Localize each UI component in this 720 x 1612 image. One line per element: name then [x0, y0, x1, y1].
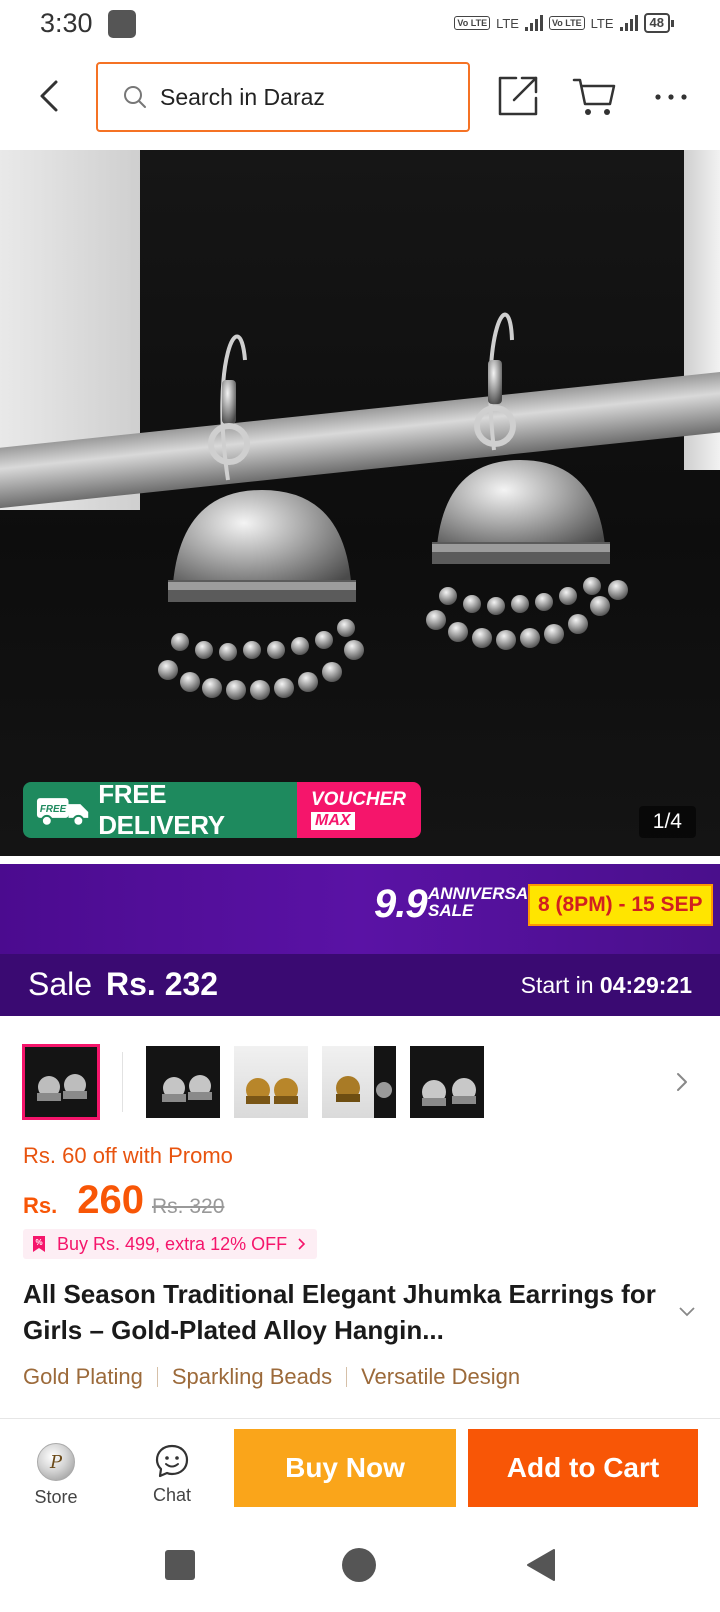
thumbnail-5[interactable]	[410, 1046, 484, 1118]
voucher-max-badge: VOUCHER MAX	[297, 782, 421, 838]
share-icon	[498, 76, 538, 116]
delivery-truck-icon: FREE	[36, 798, 89, 827]
voucher-icon: %	[33, 1236, 45, 1252]
chat-button[interactable]: Chat	[136, 1443, 208, 1506]
feature-tags: Gold Plating Sparkling Beads Versatile D…	[23, 1364, 520, 1390]
extra-discount-offer[interactable]: % Buy Rs. 499, extra 12% OFF	[23, 1229, 318, 1259]
store-logo-icon: P	[37, 1443, 75, 1481]
back-button[interactable]	[30, 76, 70, 116]
top-header: Search in Daraz	[0, 56, 720, 140]
share-button[interactable]	[496, 74, 540, 118]
sale-label: Sale	[28, 966, 93, 1002]
chevron-right-icon[interactable]	[674, 1072, 690, 1092]
more-button[interactable]	[650, 82, 694, 112]
status-bar: 3:30 Vo LTE LTE Vo LTE LTE 48	[0, 0, 720, 50]
network-type-2: LTE	[590, 15, 614, 31]
buy-now-button[interactable]: Buy Now	[234, 1429, 456, 1507]
system-nav-bar	[0, 1526, 720, 1612]
event-number: 9.9	[374, 882, 428, 926]
current-price: 260	[77, 1178, 144, 1222]
thumbnail-strip	[22, 1044, 702, 1120]
back-triangle-icon[interactable]	[524, 1548, 558, 1582]
free-delivery-label: FREE DELIVERY	[98, 779, 225, 840]
chevron-right-icon	[298, 1238, 306, 1250]
volte-icon: Vo LTE	[548, 16, 585, 30]
app-notification-icon	[108, 10, 136, 38]
thumbnail-3[interactable]	[234, 1046, 308, 1118]
tag-gold-plating: Gold Plating	[23, 1364, 143, 1389]
price-currency: Rs.	[23, 1193, 58, 1218]
battery-icon: 48	[643, 13, 675, 33]
volte-icon: Vo LTE	[454, 16, 491, 30]
signal-icon	[619, 15, 638, 31]
add-to-cart-button[interactable]: Add to Cart	[468, 1429, 698, 1507]
chat-icon	[155, 1444, 189, 1478]
image-counter: 1/4	[638, 806, 696, 838]
status-time: 3:30	[40, 8, 93, 38]
status-indicators: Vo LTE LTE Vo LTE LTE 48	[454, 13, 675, 33]
thumbnail-2[interactable]	[146, 1046, 220, 1118]
promo-text: Rs. 60 off with Promo	[23, 1143, 233, 1168]
anniversary-sale-banner[interactable]: 9.9 ANNIVERSARY SALE 8 (8PM) - 15 SEP	[0, 864, 720, 954]
signal-icon	[524, 15, 543, 31]
sale-countdown: Start in 04:29:21	[520, 972, 692, 998]
cart-button[interactable]	[572, 74, 618, 118]
thumbnail-4[interactable]	[322, 1046, 396, 1118]
voucher-label: VOUCHER	[311, 789, 407, 810]
chat-label: Chat	[152, 1485, 192, 1505]
earrings-photo	[158, 312, 628, 700]
more-icon	[655, 94, 687, 100]
extra-offer-text: Buy Rs. 499, extra 12% OFF	[57, 1233, 288, 1254]
tag-sparkling-beads: Sparkling Beads	[171, 1364, 333, 1389]
free-delivery-badge: FREE FREE DELIVERY	[23, 779, 297, 840]
chevron-left-icon	[40, 80, 58, 112]
bottom-action-bar: P Store Chat Buy Now Add to Cart	[0, 1418, 720, 1526]
search-placeholder: Search in Daraz	[160, 83, 325, 110]
product-image-gallery[interactable]: FREE FREE DELIVERY VOUCHER MAX 1/4	[0, 150, 720, 856]
recent-apps-icon[interactable]	[165, 1550, 195, 1580]
flash-sale-strip: Sale Rs. 232 Start in 04:29:21	[0, 954, 720, 1016]
chevron-down-icon[interactable]	[678, 1306, 696, 1318]
sale-price: Rs. 232	[106, 966, 219, 1002]
product-title: All Season Traditional Elegant Jhumka Ea…	[23, 1279, 656, 1345]
thumbnail-1[interactable]	[22, 1044, 100, 1120]
svg-text:%: %	[36, 1238, 43, 1247]
search-input[interactable]: Search in Daraz	[96, 62, 470, 132]
price-row: Rs. 260 Rs. 320	[23, 1178, 224, 1222]
home-icon[interactable]	[342, 1548, 376, 1582]
search-icon	[124, 86, 146, 108]
store-button[interactable]: P Store	[20, 1443, 92, 1508]
network-type-1: LTE	[496, 15, 519, 31]
original-price: Rs. 320	[152, 1195, 225, 1218]
cart-icon	[572, 78, 616, 106]
voucher-max-label: MAX	[311, 812, 355, 830]
event-dates: 8 (8PM) - 15 SEP	[528, 884, 713, 926]
free-tag: FREE	[40, 804, 67, 815]
tag-versatile-design: Versatile Design	[361, 1364, 521, 1389]
store-label: Store	[34, 1487, 78, 1507]
